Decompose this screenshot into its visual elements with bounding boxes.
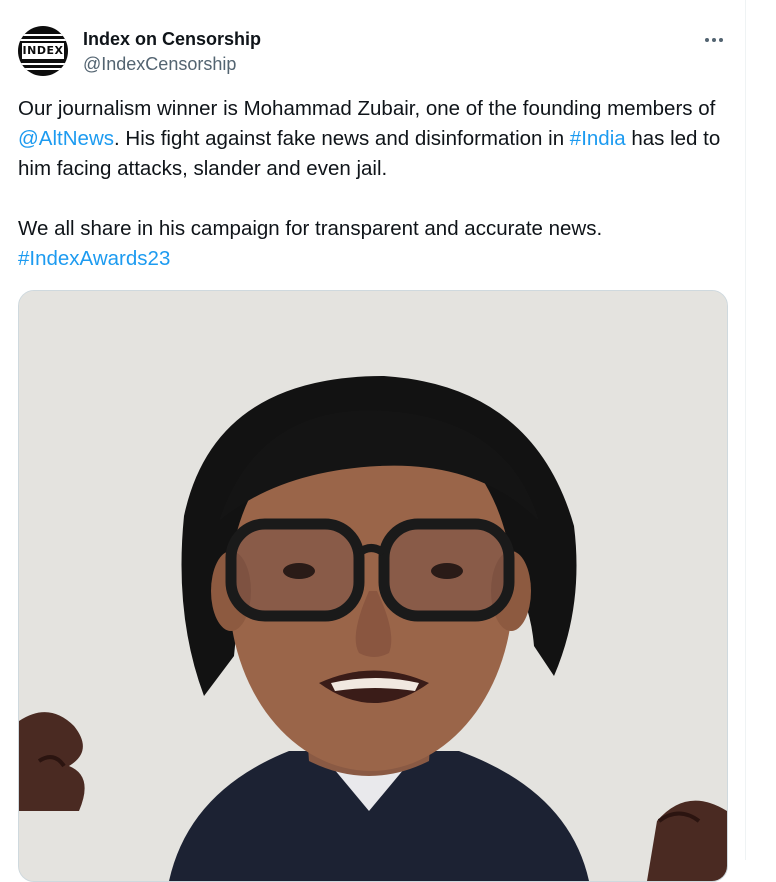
mention-link[interactable]: @AltNews: [18, 127, 114, 150]
tweet-card: INDEX Index on Censorship @IndexCensorsh…: [0, 0, 746, 882]
tweet-paragraph-2: We all share in his campaign for transpa…: [18, 217, 603, 270]
author-handle[interactable]: @IndexCensorship: [83, 54, 236, 75]
avatar[interactable]: INDEX: [18, 26, 68, 76]
author-display-name[interactable]: Index on Censorship: [83, 29, 261, 50]
more-horizontal-icon: [704, 38, 725, 42]
more-options-button[interactable]: [698, 26, 730, 54]
tweet-text: Our journalism winner is Mohammad Zubair…: [18, 94, 733, 274]
hashtag-link[interactable]: #India: [570, 127, 626, 150]
hashtag-link[interactable]: #IndexAwards23: [18, 247, 170, 270]
tweet-paragraph-1: Our journalism winner is Mohammad Zubair…: [18, 97, 721, 180]
tweet-video[interactable]: [18, 290, 728, 882]
video-frame-illustration: [19, 291, 727, 881]
index-logo: INDEX: [22, 43, 64, 59]
